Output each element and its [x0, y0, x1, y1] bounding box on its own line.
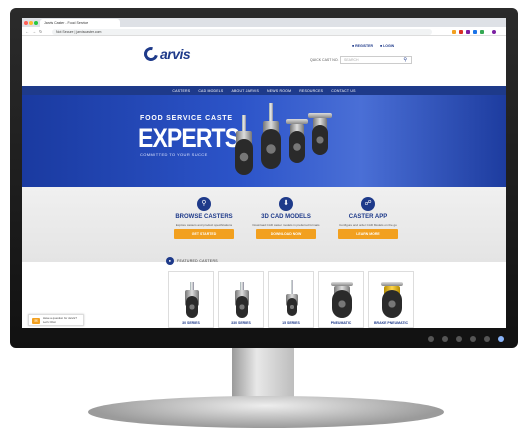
login-label: LOGIN — [383, 44, 395, 48]
extension-icon[interactable] — [459, 30, 463, 34]
register-link[interactable]: ■ REGISTER — [352, 44, 373, 48]
feature-title: 3D CAD MODELS — [261, 214, 311, 220]
hero-banner: FOOD SERVICE CASTE EXPERTS COMMITTED TO … — [22, 95, 506, 187]
browser-tab[interactable]: Jarvis Caster - Food Service — [40, 19, 120, 27]
search-input[interactable]: SEARCH ⚲ — [340, 56, 412, 64]
product-card-brake-pneumatic[interactable]: BRAKE PNEUMATIC — [368, 271, 414, 328]
product-name: 330 SERIES — [231, 321, 251, 325]
product-name: 15 SERIES — [282, 321, 300, 325]
monitor-button[interactable] — [456, 336, 462, 342]
main-nav: CASTERS CAD MODELS ABOUT JARVIS NEWS ROO… — [22, 86, 506, 95]
login-link[interactable]: ■ LOGIN — [380, 44, 394, 48]
nav-item-about[interactable]: ABOUT JARVIS — [231, 89, 259, 93]
share-icon: ☍ — [361, 197, 375, 211]
nav-item-contact[interactable]: CONTACT US — [331, 89, 355, 93]
logo-mark-icon — [141, 44, 161, 64]
feature-title: BROWSE CASTERS — [175, 214, 233, 220]
features-section: ⚲ BROWSE CASTERS Explore casters and pro… — [22, 187, 506, 262]
product-card-30-series[interactable]: 30 SERIES — [168, 271, 214, 328]
nav-item-resources[interactable]: RESOURCES — [299, 89, 323, 93]
featured-casters-label: FEATURED CASTERS — [177, 259, 218, 263]
extension-icon[interactable] — [452, 30, 456, 34]
profile-icon[interactable] — [492, 30, 496, 34]
monitor-stage: Jarvis Caster - Food Service ← → ↻ Not S… — [0, 0, 524, 440]
monitor-button[interactable] — [484, 336, 490, 342]
chat-icon: ✉ — [32, 318, 40, 324]
download-icon: ⬇ — [279, 197, 293, 211]
nav-item-cad-models[interactable]: CAD MODELS — [198, 89, 223, 93]
feature-description: Configure and order CAD Models on the go — [339, 223, 397, 227]
register-label: REGISTER — [355, 44, 373, 48]
forward-icon[interactable]: → — [32, 29, 36, 34]
product-name: 30 SERIES — [182, 321, 200, 325]
download-now-button[interactable]: DOWNLOAD NOW — [256, 229, 316, 239]
search-placeholder: SEARCH — [344, 58, 359, 62]
maximize-window-icon[interactable] — [34, 21, 38, 25]
caster-icon: ● — [166, 257, 174, 265]
nav-item-casters[interactable]: CASTERS — [172, 89, 190, 93]
back-icon[interactable]: ← — [25, 29, 29, 34]
hero-kicker: FOOD SERVICE CASTE — [140, 115, 233, 122]
address-bar-row: ← → ↻ Not Secure | jarviscaster.com — [22, 27, 506, 36]
feature-title: CASTER APP — [348, 214, 388, 220]
extension-icon[interactable] — [473, 30, 477, 34]
product-card-330-series[interactable]: 330 SERIES — [218, 271, 264, 328]
search-icon: ⚲ — [197, 197, 211, 211]
featured-casters-heading: ● FEATURED CASTERS — [166, 257, 218, 265]
chat-text: Have a question for Jarvis? Let's Chat — [43, 316, 77, 324]
close-window-icon[interactable] — [24, 21, 28, 25]
monitor-base — [88, 396, 444, 428]
jarvis-logo[interactable]: arvis — [141, 44, 191, 64]
chat-widget[interactable]: ✉ Have a question for Jarvis? Let's Chat — [28, 314, 84, 326]
get-started-button[interactable]: GET STARTED — [174, 229, 234, 239]
product-card-pneumatic[interactable]: PNEUMATIC — [318, 271, 364, 328]
product-name: PNEUMATIC — [330, 321, 352, 325]
product-card-15-series[interactable]: 15 SERIES — [268, 271, 314, 328]
power-button[interactable] — [498, 336, 504, 342]
learn-more-button[interactable]: LEARN MORE — [338, 229, 398, 239]
feature-description: Explore casters and product specificatio… — [175, 223, 233, 227]
product-name: BRAKE PNEUMATIC — [374, 321, 408, 325]
extension-icon[interactable] — [466, 30, 470, 34]
tab-bar: Jarvis Caster - Food Service — [22, 18, 506, 27]
quick-cast-label: QUICK CAST NO. — [310, 58, 339, 62]
hero-subtitle: COMMITTED TO YOUR SUCCE — [140, 152, 208, 157]
monitor-button[interactable] — [428, 336, 434, 342]
site-header: arvis ■ REGISTER ■ LOGIN QUICK CAST NO. … — [22, 36, 506, 86]
extension-icon[interactable] — [480, 30, 484, 34]
screen: Jarvis Caster - Food Service ← → ↻ Not S… — [22, 18, 506, 328]
hero-title: EXPERTS — [138, 123, 240, 153]
nav-item-news-room[interactable]: NEWS ROOM — [267, 89, 291, 93]
monitor-button[interactable] — [470, 336, 476, 342]
feature-description: Download CAD caster models in preferred … — [252, 223, 320, 227]
minimize-window-icon[interactable] — [29, 21, 33, 25]
search-icon[interactable]: ⚲ — [403, 57, 407, 63]
url-field[interactable]: Not Secure | jarviscaster.com — [52, 28, 432, 35]
monitor-button[interactable] — [442, 336, 448, 342]
logo-text: arvis — [160, 46, 191, 62]
reload-icon[interactable]: ↻ — [39, 29, 42, 34]
